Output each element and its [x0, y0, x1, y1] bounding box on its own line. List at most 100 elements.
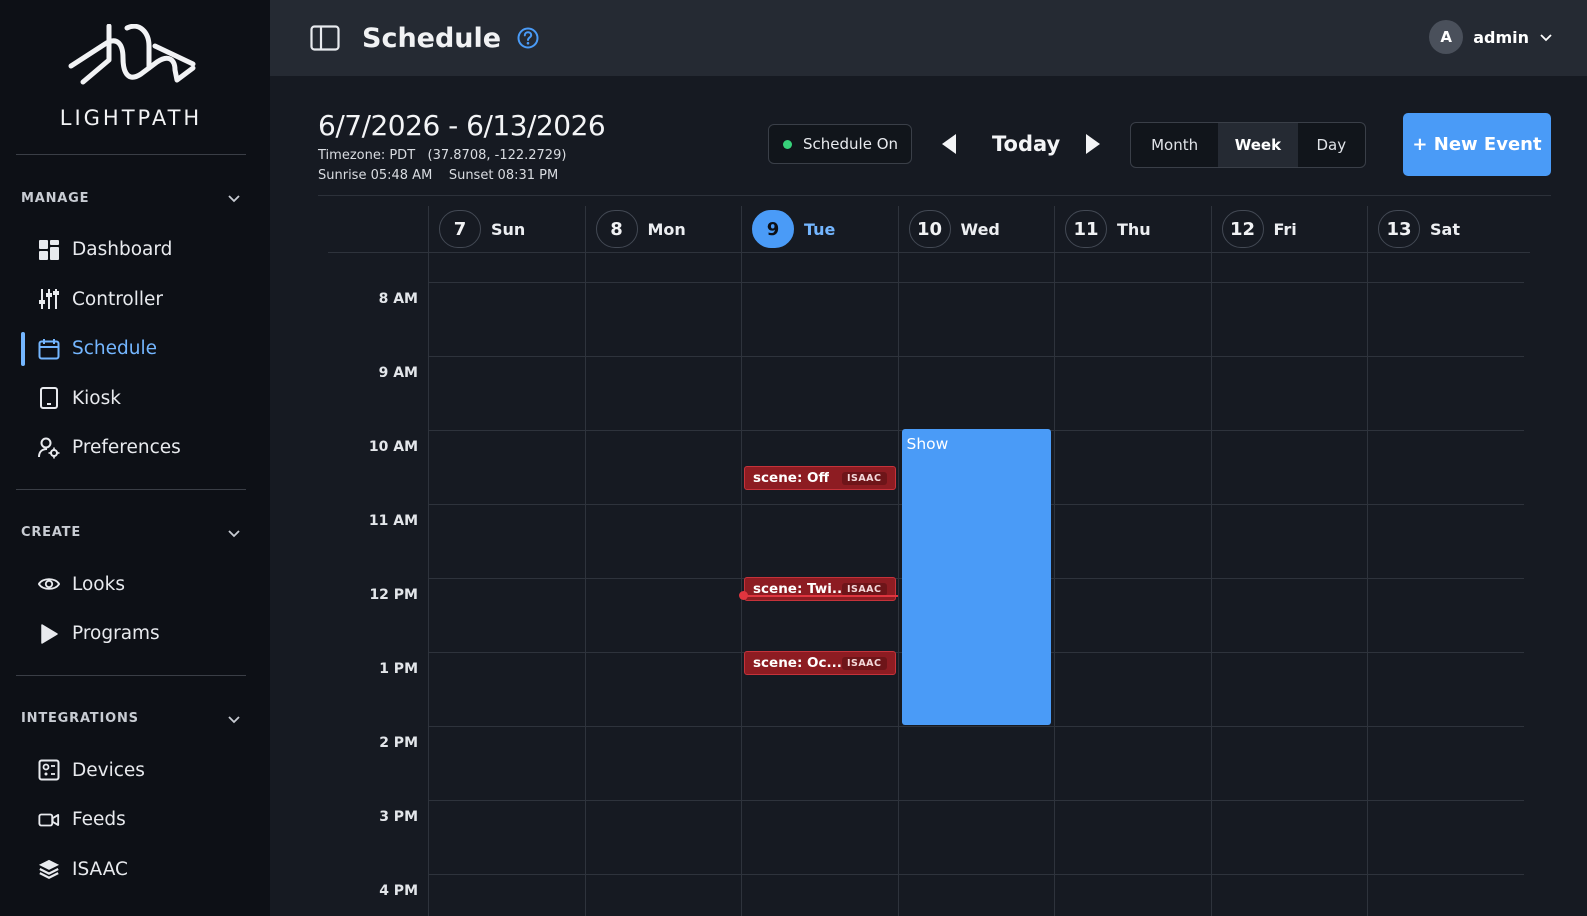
- day-header-fri[interactable]: 12 Fri: [1210, 206, 1368, 252]
- sliders-icon: [38, 288, 60, 310]
- day-header-tue[interactable]: 9 Tue: [741, 206, 898, 252]
- hour-line: [428, 874, 1524, 875]
- day-number: 10: [908, 210, 951, 248]
- day-name: Wed: [960, 219, 1000, 239]
- schedule-event[interactable]: scene: Twi... ISAAC: [744, 577, 896, 601]
- hour-label: 2 PM: [379, 735, 418, 751]
- integrations-section-title: INTEGRATIONS: [21, 711, 139, 726]
- top-bar: Schedule A admin: [270, 0, 1587, 76]
- day-header-wed[interactable]: 10 Wed: [897, 206, 1055, 252]
- day-header-mon[interactable]: 8 Mon: [584, 206, 742, 252]
- day-number: 7: [439, 210, 481, 248]
- column-divider: [741, 252, 742, 916]
- play-icon: [38, 623, 60, 645]
- schedule-status-button[interactable]: Schedule On: [768, 124, 912, 164]
- show-event[interactable]: Show: [901, 429, 1051, 725]
- brand-name: LIGHTPATH: [59, 106, 203, 130]
- day-name: Sun: [491, 219, 526, 239]
- user-menu[interactable]: A admin: [1429, 20, 1553, 54]
- today-button[interactable]: Today: [992, 132, 1060, 156]
- new-event-button[interactable]: + New Event: [1403, 113, 1551, 176]
- previous-week-icon[interactable]: [940, 133, 958, 155]
- schedule-event[interactable]: scene: Oc... ISAAC: [744, 651, 896, 675]
- date-range: 6/7/2026 - 6/13/2026: [318, 109, 606, 142]
- integrations-section-header[interactable]: INTEGRATIONS: [16, 706, 246, 732]
- manage-section-title: MANAGE: [21, 190, 90, 206]
- view-month-button[interactable]: Month: [1131, 123, 1218, 167]
- sidebar-item-label: Kiosk: [72, 387, 121, 409]
- column-divider: [1054, 252, 1055, 916]
- tablet-icon: [38, 387, 60, 410]
- sidebar-item-devices[interactable]: Devices: [16, 746, 246, 796]
- hour-label: 4 PM: [379, 883, 418, 899]
- sidebar-item-controller[interactable]: Controller: [16, 275, 246, 325]
- sidebar-toggle-icon[interactable]: [310, 25, 340, 51]
- manage-section-header[interactable]: MANAGE: [16, 185, 246, 211]
- help-icon[interactable]: [517, 27, 539, 49]
- view-switcher: Month Week Day: [1130, 122, 1366, 168]
- sidebar-item-label: Looks: [72, 573, 125, 595]
- sidebar-item-schedule[interactable]: Schedule: [16, 324, 246, 374]
- sidebar-item-label: Preferences: [72, 437, 181, 459]
- sidebar-item-dashboard[interactable]: Dashboard: [16, 225, 246, 275]
- hour-label: 12 PM: [369, 587, 418, 603]
- event-title: scene: Off: [753, 470, 830, 486]
- hour-label: 8 AM: [378, 291, 418, 307]
- sidebar-item-isaac[interactable]: ISAAC: [16, 845, 246, 895]
- user-gear-icon: [38, 437, 60, 459]
- view-week-button[interactable]: Week: [1218, 123, 1298, 167]
- day-number: 8: [595, 210, 638, 248]
- day-header-thu[interactable]: 11 Thu: [1054, 206, 1211, 252]
- day-name: Tue: [804, 219, 836, 239]
- sidebar-item-label: Dashboard: [72, 239, 173, 261]
- hour-line: [428, 282, 1524, 283]
- hour-label: 9 AM: [378, 365, 418, 381]
- hour-line: [428, 356, 1524, 357]
- hour-line: [428, 726, 1524, 727]
- sidebar-item-label: Programs: [72, 623, 160, 645]
- sidebar-item-label: Controller: [72, 288, 164, 310]
- column-divider: [1210, 252, 1212, 916]
- view-day-button[interactable]: Day: [1298, 123, 1365, 167]
- create-section-header[interactable]: CREATE: [16, 520, 246, 546]
- sidebar-item-programs[interactable]: Programs: [16, 609, 246, 659]
- dashboard-icon: [38, 239, 60, 261]
- day-header-sun[interactable]: 7 Sun: [428, 206, 585, 252]
- sidebar-item-label: ISAAC: [72, 858, 128, 880]
- hour-line: [428, 800, 1524, 801]
- integrations-section: INTEGRATIONS Devices Feeds ISAAC: [16, 706, 246, 895]
- lightpath-logo-icon: [68, 24, 196, 85]
- hour-label: 3 PM: [379, 809, 418, 825]
- next-week-icon[interactable]: [1084, 133, 1102, 155]
- current-time-dot: [739, 591, 748, 600]
- brand-logo[interactable]: LIGHTPATH: [16, 0, 246, 155]
- page-title: Schedule: [362, 22, 502, 54]
- day-name: Sat: [1430, 219, 1460, 239]
- manage-section: MANAGE Dashboard Controller Schedule Kio…: [16, 185, 246, 490]
- chevron-down-icon: [228, 195, 240, 203]
- sidebar-item-feeds[interactable]: Feeds: [16, 795, 246, 845]
- status-dot: [783, 139, 792, 149]
- calendar-header: 6/7/2026 - 6/13/2026 Timezone: PDT (37.8…: [318, 76, 1551, 196]
- day-header-sat[interactable]: 13 Sat: [1367, 206, 1524, 252]
- day-name: Fri: [1273, 219, 1297, 239]
- device-icon: [38, 759, 60, 781]
- event-title: scene: Oc...: [753, 655, 842, 671]
- create-section: CREATE Looks Programs: [16, 520, 246, 676]
- column-divider: [584, 252, 586, 916]
- chevron-down-icon: [228, 715, 240, 723]
- sidebar-item-preferences[interactable]: Preferences: [16, 423, 246, 473]
- schedule-event[interactable]: scene: Off ISAAC: [744, 466, 896, 490]
- column-divider: [897, 252, 899, 916]
- main-content: Schedule A admin 6/7/2026 - 6/13/2026 Ti…: [270, 0, 1587, 916]
- column-divider: [1367, 252, 1368, 916]
- sun-times: Sunrise 05:48 AM Sunset 08:31 PM: [318, 168, 559, 183]
- day-number: 9: [752, 210, 794, 248]
- sidebar-item-label: Feeds: [72, 809, 126, 831]
- app-root: LIGHTPATH MANAGE Dashboard Controller Sc…: [0, 0, 1587, 916]
- schedule-status-label: Schedule On: [803, 135, 899, 153]
- sidebar-item-looks[interactable]: Looks: [16, 560, 246, 610]
- day-number: 11: [1065, 210, 1107, 248]
- day-name: Thu: [1117, 219, 1151, 239]
- sidebar-item-kiosk[interactable]: Kiosk: [16, 374, 246, 424]
